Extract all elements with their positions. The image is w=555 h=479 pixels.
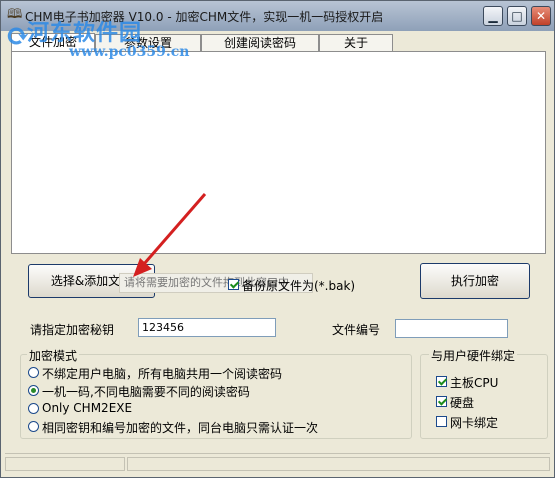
close-button[interactable]: ✕ <box>531 6 551 26</box>
status-pane-2 <box>127 457 550 471</box>
maximize-icon: □ <box>511 9 523 23</box>
mode-radio-shared[interactable] <box>28 367 39 378</box>
tab-about[interactable]: 关于 <box>319 34 393 51</box>
mode-radio-auth-once[interactable] <box>28 421 39 432</box>
bind-nic-label: 网卡绑定 <box>450 416 499 430</box>
tab-file-encrypt[interactable]: 文件加密 <box>11 33 95 52</box>
mode-radio-per-machine[interactable] <box>28 385 39 396</box>
minimize-button[interactable]: ▁ <box>483 6 503 26</box>
backup-checkbox[interactable] <box>228 279 239 290</box>
mode-label-shared: 不绑定用户电脑，所有电脑共用一个阅读密码 <box>42 367 283 381</box>
hardware-binding-title: 与用户硬件绑定 <box>429 347 518 364</box>
file-number-label: 文件编号 <box>332 323 381 337</box>
backup-label: 备份原文件为(*.bak) <box>242 279 356 293</box>
minimize-icon: ▁ <box>488 9 498 23</box>
hardware-binding-group: 与用户硬件绑定 主板CPU 硬盘 网卡绑定 <box>420 347 548 439</box>
bind-nic-checkbox[interactable] <box>436 416 447 427</box>
title-bar[interactable]: 🕮 CHM电子书加密器 V10.0 - 加密CHM文件，实现一机一码授权开启 ▁… <box>1 1 554 31</box>
mode-radio-chm2exe[interactable] <box>28 403 39 414</box>
file-number-input[interactable] <box>395 319 508 338</box>
status-bar <box>5 453 550 474</box>
encrypt-mode-title: 加密模式 <box>27 347 80 364</box>
mode-label-per-machine: 一机一码,不同电脑需要不同的阅读密码 <box>42 385 250 399</box>
bind-disk-label: 硬盘 <box>450 396 475 410</box>
mode-label-auth-once: 相同密钥和编号加密的文件，同台电脑只需认证一次 <box>42 421 319 435</box>
bind-cpu-label: 主板CPU <box>450 376 499 390</box>
mode-label-chm2exe: Only CHM2EXE <box>42 401 133 415</box>
tab-create-password[interactable]: 创建阅读密码 <box>201 34 319 51</box>
status-pane-1 <box>5 457 125 471</box>
bind-disk-checkbox[interactable] <box>436 396 447 407</box>
key-input[interactable] <box>138 318 276 337</box>
bind-cpu-checkbox[interactable] <box>436 376 447 387</box>
maximize-button[interactable]: □ <box>507 6 527 26</box>
encrypt-button[interactable]: 执行加密 <box>420 263 530 299</box>
key-label: 请指定加密秘钥 <box>30 323 115 337</box>
book-icon: 🕮 <box>7 7 23 22</box>
app-window: 🕮 CHM电子书加密器 V10.0 - 加密CHM文件，实现一机一码授权开启 ▁… <box>0 0 555 478</box>
file-list[interactable] <box>11 51 546 254</box>
encrypt-mode-group: 加密模式 不绑定用户电脑，所有电脑共用一个阅读密码 一机一码,不同电脑需要不同的… <box>20 347 412 439</box>
close-icon: ✕ <box>535 9 547 23</box>
window-title: CHM电子书加密器 V10.0 - 加密CHM文件，实现一机一码授权开启 <box>25 10 384 24</box>
tab-parameters[interactable]: 参数设置 <box>95 34 201 51</box>
